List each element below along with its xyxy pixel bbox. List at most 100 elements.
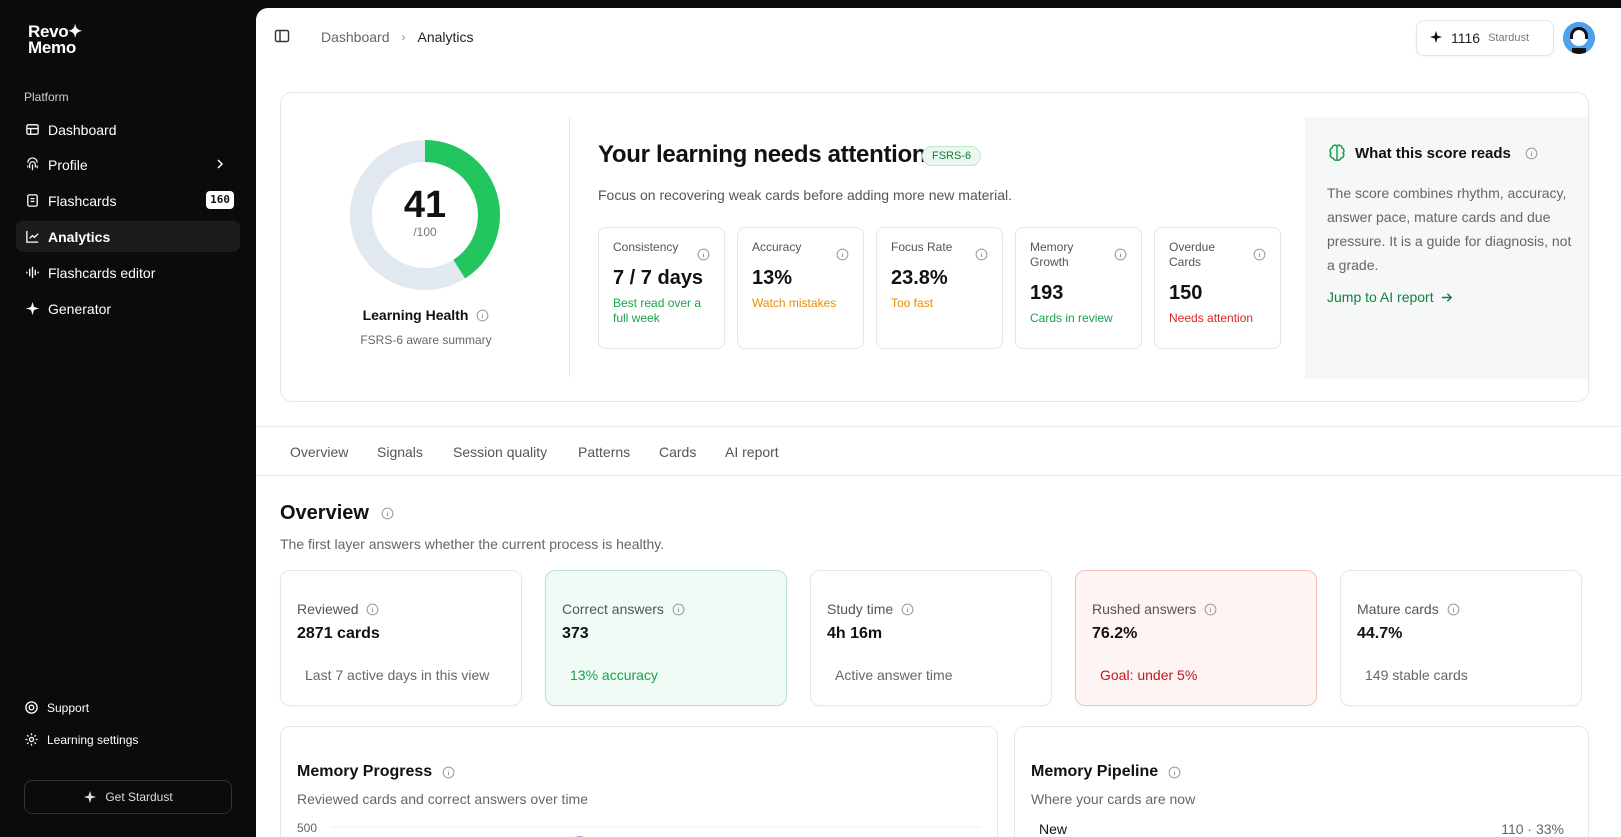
info-icon[interactable] xyxy=(442,766,455,779)
sidebar-item-flashcards[interactable]: Flashcards 160 xyxy=(16,185,240,216)
divider xyxy=(569,117,570,377)
sidebar-item-analytics[interactable]: Analytics xyxy=(16,221,240,252)
tab-cards[interactable]: Cards xyxy=(659,444,696,460)
stardust-balance-button[interactable]: 1116 Stardust xyxy=(1416,20,1554,56)
sidebar-item-profile[interactable]: Profile xyxy=(16,149,240,180)
info-icon[interactable] xyxy=(672,603,685,616)
stat-title: Reviewed xyxy=(297,601,359,617)
sidebar-item-label: Profile xyxy=(48,156,88,173)
get-stardust-button[interactable]: Get Stardust xyxy=(24,780,232,814)
score-explanation-panel: What this score reads The score combines… xyxy=(1305,117,1588,379)
sidebar-item-flashcards-editor[interactable]: Flashcards editor xyxy=(16,257,240,288)
info-icon[interactable] xyxy=(1168,766,1181,779)
stardust-label: Stardust xyxy=(1488,32,1530,44)
card-subtitle: Reviewed cards and correct answers over … xyxy=(297,791,589,807)
support-link[interactable]: Support xyxy=(24,700,89,715)
metric-note: Needs attention xyxy=(1169,311,1254,325)
info-icon[interactable] xyxy=(1253,248,1266,266)
stat-note: Goal: under 5% xyxy=(1100,667,1198,683)
info-icon[interactable] xyxy=(366,603,379,616)
flashcards-icon xyxy=(24,193,40,209)
tab-session-quality[interactable]: Session quality xyxy=(453,444,547,460)
info-icon[interactable] xyxy=(381,507,394,520)
info-icon[interactable] xyxy=(1447,603,1460,616)
stat-value: 76.2% xyxy=(1092,625,1138,642)
sparkle-icon xyxy=(24,301,40,317)
analytics-tabs: Overview Signals Session quality Pattern… xyxy=(256,426,1621,476)
memory-pipeline-card: Memory Pipeline Where your cards are now… xyxy=(1014,726,1589,837)
avatar[interactable] xyxy=(1563,22,1595,54)
sidebar-item-label: Analytics xyxy=(48,228,111,245)
info-icon[interactable] xyxy=(836,248,849,266)
stat-title: Rushed answers xyxy=(1092,601,1197,617)
learning-health-panel: 41 /100 Learning Health FSRS-6 aware sum… xyxy=(280,92,1589,402)
stat-title-row: Mature cards xyxy=(1357,601,1460,617)
info-icon[interactable] xyxy=(1114,248,1127,266)
stat-note: Last 7 active days in this view xyxy=(305,667,490,683)
stardust-count: 1116 xyxy=(1451,30,1481,46)
card-title-row: Memory Pipeline xyxy=(1031,763,1181,781)
metric-value: 13% xyxy=(752,267,793,289)
learning-settings-link[interactable]: Learning settings xyxy=(24,732,138,747)
metric-title: Consistency xyxy=(613,240,679,254)
overview-heading: Overview xyxy=(280,502,394,525)
tab-overview[interactable]: Overview xyxy=(290,444,348,460)
stat-correct-answers: Correct answers 373 13% accuracy xyxy=(545,570,787,706)
pipeline-row-value: 110 · 33% xyxy=(1501,821,1564,837)
metric-value: 150 xyxy=(1169,282,1203,304)
attention-subtitle: Focus on recovering weak cards before ad… xyxy=(598,187,1012,203)
logo-sparkle-icon: ✦ xyxy=(68,22,82,41)
metric-title: Memory Growth xyxy=(1030,240,1074,269)
health-score-max: /100 xyxy=(413,225,437,239)
support-label: Support xyxy=(47,700,90,715)
arrow-right-icon xyxy=(1440,291,1453,304)
card-subtitle: Where your cards are now xyxy=(1031,791,1196,807)
stat-note: 13% accuracy xyxy=(570,667,658,683)
stat-title: Correct answers xyxy=(562,601,664,617)
logo-line-2: Memo xyxy=(28,38,76,57)
sidebar: Revo Memo ✦ Platform Dashboard Profile F… xyxy=(0,0,256,837)
sidebar-item-dashboard[interactable]: Dashboard xyxy=(16,114,240,145)
breadcrumb-dashboard[interactable]: Dashboard xyxy=(321,29,390,45)
sidebar-toggle-icon[interactable] xyxy=(274,28,290,44)
metric-value: 193 xyxy=(1030,282,1064,304)
attention-title: Your learning needs attention xyxy=(598,141,927,168)
flashcards-count-badge: 160 xyxy=(206,191,234,209)
stat-title: Study time xyxy=(827,601,894,617)
stat-note: 149 stable cards xyxy=(1365,667,1468,683)
metric-note: Cards in review xyxy=(1030,311,1113,325)
jump-to-ai-report-link[interactable]: Jump to AI report xyxy=(1327,289,1453,305)
stat-value: 2871 cards xyxy=(297,625,380,642)
dashboard-icon xyxy=(24,122,40,138)
card-title-row: Memory Progress xyxy=(297,763,455,781)
memory-progress-card: Memory Progress Reviewed cards and corre… xyxy=(280,726,998,837)
tab-patterns[interactable]: Patterns xyxy=(578,444,630,460)
info-icon[interactable] xyxy=(1525,147,1538,160)
app-logo[interactable]: Revo Memo ✦ xyxy=(28,23,82,57)
fingerprint-icon xyxy=(24,157,40,173)
sidebar-item-label: Flashcards xyxy=(48,192,117,209)
breadcrumb: Dashboard › Analytics xyxy=(321,29,474,45)
stat-title-row: Study time xyxy=(827,601,914,617)
stat-title-row: Rushed answers xyxy=(1092,601,1217,617)
metric-consistency: Consistency 7 / 7 days Best read over a … xyxy=(598,227,725,349)
metric-accuracy: Accuracy 13% Watch mistakes xyxy=(737,227,864,349)
analytics-icon xyxy=(24,229,40,245)
tab-ai-report[interactable]: AI report xyxy=(725,444,779,460)
info-icon[interactable] xyxy=(975,248,988,266)
sidebar-item-generator[interactable]: Generator xyxy=(16,293,240,324)
info-icon[interactable] xyxy=(1204,603,1217,616)
metric-note: Watch mistakes xyxy=(752,296,837,310)
info-icon[interactable] xyxy=(901,603,914,616)
metric-note: Too fast xyxy=(891,296,934,310)
memory-progress-chart xyxy=(331,826,981,837)
stat-value: 4h 16m xyxy=(827,625,883,642)
stat-value: 44.7% xyxy=(1357,625,1403,642)
info-icon[interactable] xyxy=(476,309,489,322)
tab-signals[interactable]: Signals xyxy=(377,444,423,460)
stat-rushed-answers: Rushed answers 76.2% Goal: under 5% xyxy=(1075,570,1317,706)
info-icon[interactable] xyxy=(697,248,710,266)
stat-title: Mature cards xyxy=(1357,601,1439,617)
metric-overdue-cards: Overdue Cards 150 Needs attention xyxy=(1154,227,1281,349)
metric-title: Accuracy xyxy=(752,240,802,254)
